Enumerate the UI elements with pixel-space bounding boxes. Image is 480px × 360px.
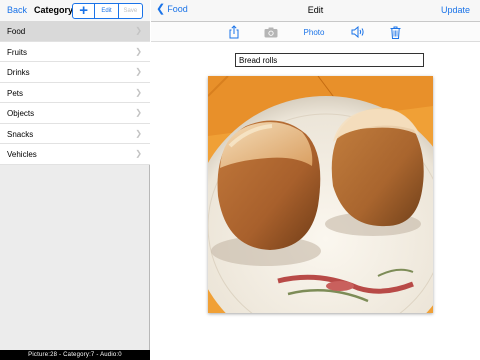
- category-item-label: Vehicles: [7, 150, 37, 159]
- back-button[interactable]: Back: [7, 5, 27, 15]
- trash-icon[interactable]: [388, 24, 402, 40]
- category-item-food[interactable]: Food ❯: [0, 21, 150, 42]
- category-item-label: Pets: [7, 88, 24, 98]
- chevron-right-icon: ❯: [135, 26, 142, 35]
- speaker-icon[interactable]: [350, 24, 366, 40]
- status-bar: Picture:28 - Category:7 - Audio:0: [0, 350, 150, 360]
- chevron-right-icon: ❯: [135, 87, 142, 97]
- share-icon[interactable]: [227, 24, 241, 40]
- edit-segmented-control: + Edit Save: [72, 3, 143, 19]
- bread-rolls-photo[interactable]: [208, 76, 433, 313]
- category-pane: Back Category + Edit Save Food ❯ Fruits …: [0, 0, 150, 360]
- category-item-vehicles[interactable]: Vehicles ❯: [0, 144, 150, 165]
- add-button[interactable]: +: [73, 4, 96, 18]
- category-item-label: Drinks: [7, 68, 30, 77]
- category-item-label: Fruits: [7, 47, 27, 57]
- bread-rolls-image: [208, 76, 433, 313]
- category-item-drinks[interactable]: Drinks ❯: [0, 62, 150, 83]
- item-name-input[interactable]: [235, 53, 424, 67]
- chevron-right-icon: ❯: [135, 67, 142, 76]
- edit-button[interactable]: Edit: [95, 4, 119, 18]
- category-nav-bar: Back Category + Edit Save: [0, 0, 150, 22]
- category-item-pets[interactable]: Pets ❯: [0, 82, 150, 103]
- category-item-label: Food: [7, 27, 26, 36]
- photo-tab[interactable]: Photo: [301, 24, 327, 40]
- page-title: Edit: [307, 5, 324, 15]
- category-item-label: Snacks: [7, 129, 34, 139]
- category-item-label: Objects: [7, 109, 35, 118]
- category-list: Food ❯ Fruits ❯ Drinks ❯ Pets ❯ Objects …: [0, 21, 150, 165]
- category-item-fruits[interactable]: Fruits ❯: [0, 41, 150, 62]
- save-button[interactable]: Save: [119, 4, 142, 18]
- chevron-right-icon: ❯: [135, 149, 142, 158]
- category-item-objects[interactable]: Objects ❯: [0, 103, 150, 124]
- camera-icon[interactable]: [262, 24, 280, 40]
- update-button[interactable]: Update: [441, 5, 470, 15]
- chevron-right-icon: ❯: [135, 108, 142, 117]
- chevron-right-icon: ❯: [135, 46, 142, 56]
- category-item-snacks[interactable]: Snacks ❯: [0, 123, 150, 144]
- edit-toolbar: Photo: [151, 22, 480, 42]
- edit-nav-bar: ❮ Food Edit Update: [151, 0, 480, 22]
- chevron-right-icon: ❯: [135, 128, 142, 138]
- category-title: Category: [34, 5, 74, 15]
- edit-pane: ❮ Food Edit Update Photo: [151, 0, 480, 360]
